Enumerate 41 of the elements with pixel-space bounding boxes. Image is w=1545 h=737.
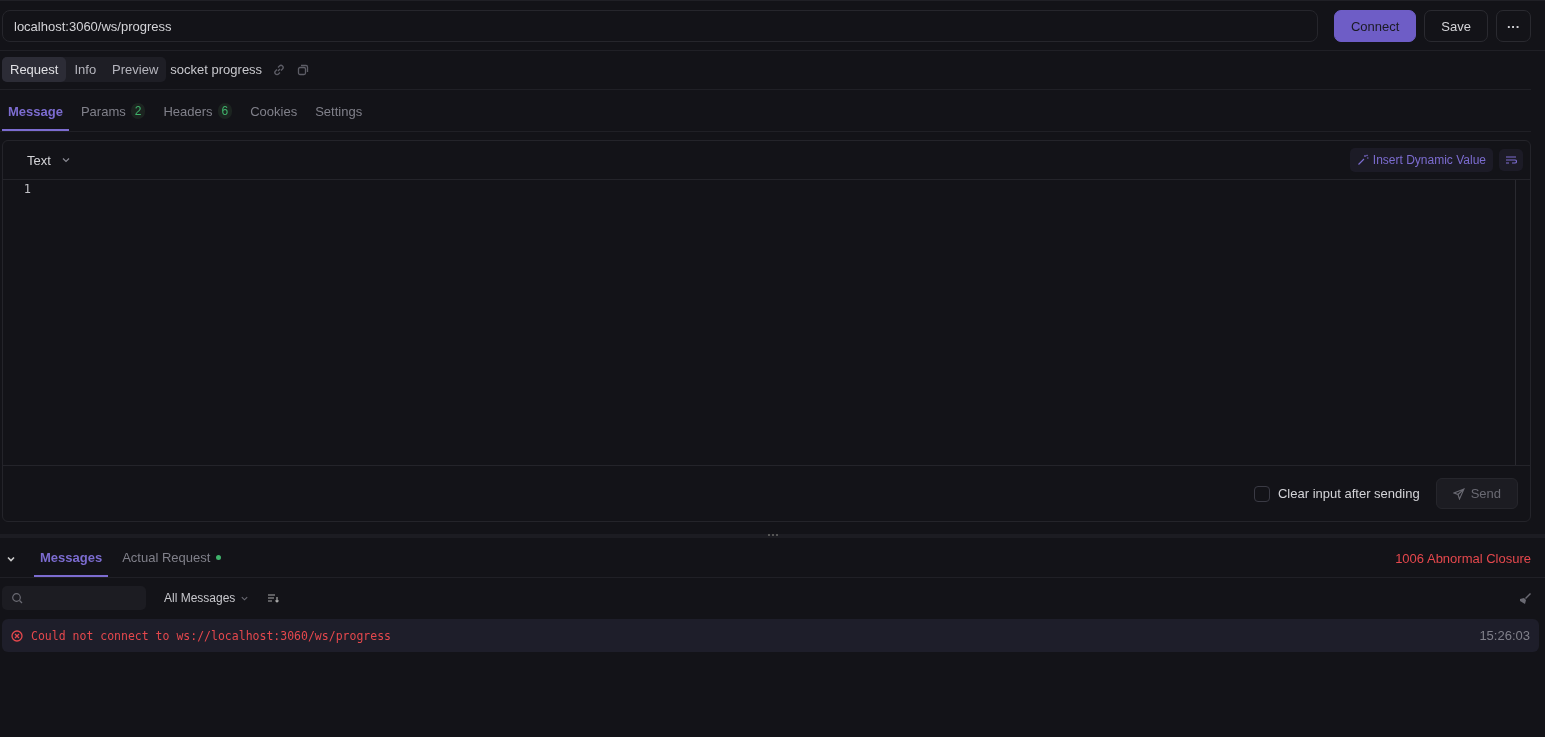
message-time: 15:26:03 <box>1479 628 1530 643</box>
url-field[interactable]: localhost:3060/ws/progress <box>2 10 1318 42</box>
paper-plane-icon <box>1452 487 1465 500</box>
tab[interactable]: Settings <box>309 94 369 131</box>
copy-icon[interactable] <box>296 62 311 77</box>
tab[interactable]: Actual Request <box>116 540 228 577</box>
resize-handle[interactable] <box>767 534 778 538</box>
connection-status: 1006 Abnormal Closure <box>1395 551 1531 566</box>
search-field[interactable] <box>2 586 146 610</box>
chevron-icon <box>60 155 71 165</box>
wrap-lines-icon <box>1505 154 1517 166</box>
tab[interactable]: Headers 6 <box>157 94 239 131</box>
message-row[interactable]: Could not connect to ws://localhost:3060/ws/progress 15:26:03 <box>2 619 1539 652</box>
count-badge: 2 <box>130 103 146 119</box>
action-button[interactable]: ··· <box>1496 10 1531 42</box>
message-text: Could not connect to ws://localhost:3060/ws/progress <box>31 628 392 643</box>
tab[interactable]: Cookies <box>244 94 304 131</box>
action-button[interactable]: Save <box>1424 10 1488 42</box>
wrap-button[interactable] <box>1499 149 1523 171</box>
checkbox[interactable] <box>1253 485 1270 502</box>
message-filter-dropdown[interactable]: All Messages <box>158 590 256 606</box>
magic-wand-icon <box>1356 154 1369 166</box>
search-icon <box>11 592 23 604</box>
line-number: 1 <box>23 182 32 196</box>
error-icon <box>11 629 23 642</box>
clear-input-checkbox[interactable]: Clear input after sending <box>1253 485 1420 502</box>
view-tab[interactable]: Request <box>2 57 67 82</box>
format-dropdown[interactable]: Text <box>21 148 77 172</box>
insert-dynamic-value-button[interactable]: Insert Dynamic Value <box>1349 148 1493 172</box>
tab[interactable]: Messages <box>34 540 109 577</box>
view-tab[interactable]: Preview <box>104 57 167 82</box>
checkbox-label: Clear input after sending <box>1277 486 1420 501</box>
sort-icon[interactable] <box>267 592 280 604</box>
count-badge: 6 <box>217 103 233 119</box>
view-tab[interactable]: Info <box>66 57 105 82</box>
broom-icon[interactable] <box>1518 591 1531 605</box>
request-name: socket progress <box>170 62 263 77</box>
tab[interactable]: Message <box>2 94 69 131</box>
tab[interactable]: Params 2 <box>74 94 152 131</box>
link-icon[interactable] <box>272 62 287 77</box>
action-button[interactable]: Connect <box>1333 10 1417 42</box>
